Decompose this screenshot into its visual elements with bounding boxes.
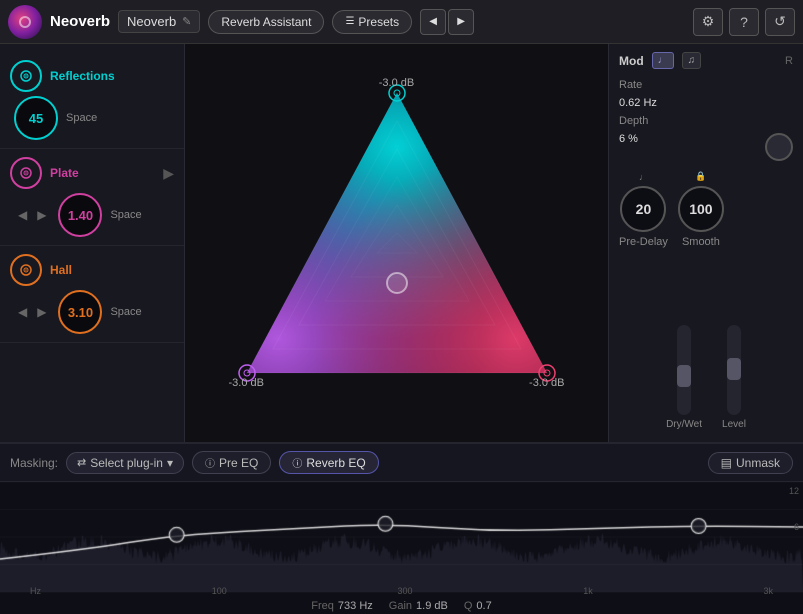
masking-label: Masking: — [10, 456, 58, 470]
mod-label: Mod — [619, 54, 644, 68]
hall-module: Hall ◀ ▶ 3.10 Space — [0, 246, 184, 343]
smooth-label: Smooth — [682, 236, 720, 248]
level-thumb[interactable] — [727, 358, 741, 380]
prev-preset-button[interactable]: ◀ — [420, 9, 446, 35]
help-button[interactable]: ? — [729, 8, 759, 36]
plate-module: Plate ▶ ◀ ▶ 1.40 Space — [0, 149, 184, 246]
presets-button[interactable]: ☰ Presets — [332, 10, 412, 34]
next-preset-button[interactable]: ▶ — [448, 9, 474, 35]
app-name: Neoverb — [50, 13, 110, 30]
depth-toggle[interactable] — [765, 133, 793, 161]
freq-label-100: 100 — [212, 586, 227, 596]
unmask-button[interactable]: ▤ Unmask — [708, 452, 793, 474]
freq-label-hz: Hz — [30, 586, 41, 596]
header: Neoverb Neoverb ✎ Reverb Assistant ☰ Pre… — [0, 0, 803, 44]
reverb-eq-tab[interactable]: ⓘ Reverb EQ — [279, 451, 378, 474]
reflections-knob[interactable]: 45 — [14, 96, 58, 140]
reflections-space-label: Space — [66, 112, 97, 124]
freq-label-300: 300 — [397, 586, 412, 596]
drywet-thumb[interactable] — [677, 365, 691, 387]
reverb-triangle-svg — [227, 83, 567, 403]
gain-info-value: 1.9 dB — [416, 600, 448, 612]
gain-info-label: Gain — [389, 600, 412, 612]
rate-row: Rate — [619, 79, 793, 91]
hall-next-button[interactable]: ▶ — [33, 303, 50, 321]
depth-value: 6 % — [619, 133, 638, 161]
bottom-left-label: -3.0 dB — [229, 377, 264, 389]
select-plugin-dropdown[interactable]: ⇄ Select plug-in ▾ — [66, 452, 184, 474]
depth-value-row: 6 % — [619, 133, 793, 161]
pre-delay-label: Pre-Delay — [619, 236, 668, 248]
pre-eq-info-icon: ⓘ — [205, 455, 215, 470]
freq-info: Freq 733 Hz — [311, 600, 372, 612]
hall-space-label: Space — [110, 306, 141, 318]
plate-space-label: Space — [110, 209, 141, 221]
plate-label: Plate — [50, 166, 79, 180]
main-content: Reflections 45 Space — [0, 44, 803, 442]
dropdown-chevron-icon: ▾ — [167, 456, 173, 470]
bottom-right-label: -3.0 dB — [529, 377, 564, 389]
settings-button[interactable]: ⚙ — [693, 8, 723, 36]
pre-eq-tab[interactable]: ⓘ Pre EQ — [192, 451, 271, 474]
hall-icon — [10, 254, 42, 286]
plate-knob[interactable]: 1.40 — [58, 193, 102, 237]
hall-label: Hall — [50, 263, 72, 277]
plate-prev-button[interactable]: ◀ — [14, 206, 31, 224]
eq-chart: Hz 100 300 1k 3k Freq 733 Hz Gain 1.9 dB… — [0, 482, 803, 614]
reverb-assistant-button[interactable]: Reverb Assistant — [208, 10, 324, 34]
freq-info-label: Freq — [311, 600, 334, 612]
hall-prev-button[interactable]: ◀ — [14, 303, 31, 321]
freq-labels: Hz 100 300 1k 3k — [0, 586, 803, 596]
rate-value-row: 0.62 Hz — [619, 97, 793, 109]
eq-info-bar: Freq 733 Hz Gain 1.9 dB Q 0.7 — [0, 600, 803, 612]
unmask-icon: ▤ — [721, 456, 732, 470]
edit-preset-icon: ✎ — [182, 15, 191, 28]
app-logo — [8, 5, 42, 39]
left-panel: Reflections 45 Space — [0, 44, 185, 442]
right-panel: Mod ♩ ♫ R Rate 0.62 Hz Depth 6 % ♩ 20 — [608, 44, 803, 442]
drywet-slider-col: Dry/Wet — [666, 325, 702, 430]
sliders-section: Dry/Wet Level — [619, 258, 793, 434]
pre-delay-knob[interactable]: 20 — [620, 186, 666, 232]
reflections-label: Reflections — [50, 69, 115, 83]
q-info: Q 0.7 — [464, 600, 492, 612]
hall-knob[interactable]: 3.10 — [58, 290, 102, 334]
level-slider-col: Level — [722, 325, 746, 430]
freq-info-value: 733 Hz — [338, 600, 373, 612]
undo-button[interactable]: ↺ — [765, 8, 795, 36]
drywet-slider-track[interactable] — [677, 325, 691, 415]
smooth-knob[interactable]: 100 — [678, 186, 724, 232]
level-label: Level — [722, 419, 746, 430]
rate-value: 0.62 Hz — [619, 97, 657, 109]
q-info-label: Q — [464, 600, 473, 612]
reverb-eq-info-icon: ⓘ — [292, 455, 302, 470]
reflections-icon — [10, 60, 42, 92]
rate-label: Rate — [619, 79, 642, 91]
mod-waveform2-button[interactable]: ♫ — [682, 52, 702, 69]
nav-arrows: ◀ ▶ — [420, 9, 474, 35]
freq-label-3k: 3k — [763, 586, 773, 596]
plate-play-icon[interactable]: ▶ — [163, 165, 174, 182]
bottom-panel: Masking: ⇄ Select plug-in ▾ ⓘ Pre EQ ⓘ R… — [0, 442, 803, 614]
knobs-row: ♩ 20 Pre-Delay 🔒 100 Smooth — [619, 167, 793, 252]
presets-menu-icon: ☰ — [345, 16, 354, 27]
depth-label: Depth — [619, 115, 648, 127]
preset-name-display[interactable]: Neoverb ✎ — [118, 10, 200, 33]
center-panel: -3.0 dB -3.0 dB -3.0 dB — [185, 44, 608, 442]
freq-label-1k: 1k — [583, 586, 593, 596]
eq-tabs-row: Masking: ⇄ Select plug-in ▾ ⓘ Pre EQ ⓘ R… — [0, 444, 803, 482]
plate-next-button[interactable]: ▶ — [33, 206, 50, 224]
level-slider-track[interactable] — [727, 325, 741, 415]
depth-row: Depth — [619, 115, 793, 127]
top-label: -3.0 dB — [379, 77, 414, 89]
header-icons: ⚙ ? ↺ — [693, 8, 795, 36]
q-info-value: 0.7 — [476, 600, 491, 612]
gain-info: Gain 1.9 dB — [389, 600, 448, 612]
r-indicator: R — [785, 55, 793, 67]
mod-waveform1-button[interactable]: ♩ — [652, 52, 674, 69]
plate-icon — [10, 157, 42, 189]
reflections-module: Reflections 45 Space — [0, 52, 184, 149]
drywet-label: Dry/Wet — [666, 419, 702, 430]
